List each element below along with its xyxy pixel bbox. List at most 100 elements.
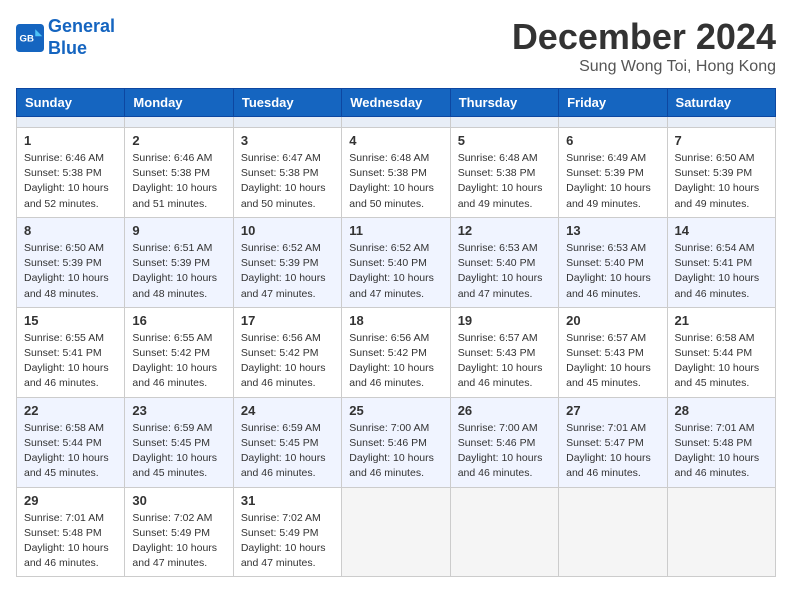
calendar-cell: 16 Sunrise: 6:55 AMSunset: 5:42 PMDayligh… [125, 307, 233, 397]
day-info: Sunrise: 6:49 AMSunset: 5:39 PMDaylight:… [566, 151, 659, 212]
day-number: 23 [132, 403, 225, 418]
calendar-cell: 11Sunrise: 6:52 AMSunset: 5:40 PMDayligh… [342, 217, 450, 307]
calendar-cell: 17Sunrise: 6:56 AMSunset: 5:42 PMDayligh… [233, 307, 341, 397]
calendar-cell: 2Sunrise: 6:46 AMSunset: 5:38 PMDaylight… [125, 128, 233, 218]
day-info: Sunrise: 6:48 AMSunset: 5:38 PMDaylight:… [458, 151, 551, 212]
calendar-cell: 23 Sunrise: 6:59 AMSunset: 5:45 PMDayligh… [125, 397, 233, 487]
col-header-sunday: Sunday [17, 89, 125, 117]
day-number: 31 [241, 493, 334, 508]
day-info: Sunrise: 6:47 AMSunset: 5:38 PMDaylight:… [241, 151, 334, 212]
calendar-cell [17, 117, 125, 128]
location: Sung Wong Toi, Hong Kong [512, 58, 776, 76]
calendar-cell: 18Sunrise: 6:56 AMSunset: 5:42 PMDayligh… [342, 307, 450, 397]
calendar-cell: 22Sunrise: 6:58 AMSunset: 5:44 PMDayligh… [17, 397, 125, 487]
calendar-cell: 15 Sunrise: 6:55 AMSunset: 5:41 PMDayligh… [17, 307, 125, 397]
day-info: Sunrise: 6:52 AMSunset: 5:39 PMDaylight:… [241, 241, 334, 302]
day-number: 26 [458, 403, 551, 418]
day-number: 5 [458, 133, 551, 148]
calendar-cell: 19Sunrise: 6:57 AMSunset: 5:43 PMDayligh… [450, 307, 558, 397]
calendar-cell [342, 117, 450, 128]
calendar-cell: 8Sunrise: 6:50 AMSunset: 5:39 PMDaylight… [17, 217, 125, 307]
calendar-cell [667, 487, 775, 577]
calendar-cell: 10 Sunrise: 6:52 AMSunset: 5:39 PMDayligh… [233, 217, 341, 307]
day-info: Sunrise: 6:59 AMSunset: 5:45 PMDaylight:… [132, 421, 225, 482]
day-info: Sunrise: 6:46 AMSunset: 5:38 PMDaylight:… [132, 151, 225, 212]
day-number: 11 [349, 223, 442, 238]
day-info: Sunrise: 7:00 AMSunset: 5:46 PMDaylight:… [349, 421, 442, 482]
month-title: December 2024 [512, 16, 776, 58]
col-header-friday: Friday [559, 89, 667, 117]
calendar-cell [450, 487, 558, 577]
calendar-cell: 9 Sunrise: 6:51 AMSunset: 5:39 PMDaylight… [125, 217, 233, 307]
day-info: Sunrise: 6:56 AMSunset: 5:42 PMDaylight:… [241, 331, 334, 392]
page-header: GB General Blue December 2024 Sung Wong … [16, 16, 776, 76]
col-header-monday: Monday [125, 89, 233, 117]
calendar-cell [667, 117, 775, 128]
calendar-week-row [17, 117, 776, 128]
day-info: Sunrise: 7:02 AMSunset: 5:49 PMDaylight:… [241, 511, 334, 572]
day-number: 16 [132, 313, 225, 328]
day-info: Sunrise: 6:50 AMSunset: 5:39 PMDaylight:… [675, 151, 768, 212]
day-number: 1 [24, 133, 117, 148]
logo-text: General Blue [48, 16, 115, 59]
calendar-cell: 1 Sunrise: 6:46 AMSunset: 5:38 PMDaylight… [17, 128, 125, 218]
col-header-saturday: Saturday [667, 89, 775, 117]
day-info: Sunrise: 7:01 AMSunset: 5:47 PMDaylight:… [566, 421, 659, 482]
day-number: 10 [241, 223, 334, 238]
logo: GB General Blue [16, 16, 115, 59]
calendar-week-row: 1 Sunrise: 6:46 AMSunset: 5:38 PMDaylight… [17, 128, 776, 218]
calendar-cell: 14Sunrise: 6:54 AMSunset: 5:41 PMDayligh… [667, 217, 775, 307]
day-info: Sunrise: 6:50 AMSunset: 5:39 PMDaylight:… [24, 241, 117, 302]
logo-icon: GB [16, 24, 44, 52]
calendar-cell: 3 Sunrise: 6:47 AMSunset: 5:38 PMDaylight… [233, 128, 341, 218]
day-number: 24 [241, 403, 334, 418]
col-header-tuesday: Tuesday [233, 89, 341, 117]
day-number: 20 [566, 313, 659, 328]
calendar-cell: 12Sunrise: 6:53 AMSunset: 5:40 PMDayligh… [450, 217, 558, 307]
day-number: 12 [458, 223, 551, 238]
calendar-cell: 20 Sunrise: 6:57 AMSunset: 5:43 PMDayligh… [559, 307, 667, 397]
day-info: Sunrise: 6:55 AMSunset: 5:41 PMDaylight:… [24, 331, 117, 392]
calendar-cell: 25 Sunrise: 7:00 AMSunset: 5:46 PMDayligh… [342, 397, 450, 487]
calendar-cell [559, 117, 667, 128]
logo-line2: Blue [48, 38, 87, 58]
day-info: Sunrise: 6:55 AMSunset: 5:42 PMDaylight:… [132, 331, 225, 392]
day-number: 9 [132, 223, 225, 238]
day-number: 4 [349, 133, 442, 148]
calendar-cell: 5 Sunrise: 6:48 AMSunset: 5:38 PMDaylight… [450, 128, 558, 218]
calendar-cell: 31 Sunrise: 7:02 AMSunset: 5:49 PMDayligh… [233, 487, 341, 577]
calendar-week-row: 15 Sunrise: 6:55 AMSunset: 5:41 PMDayligh… [17, 307, 776, 397]
day-info: Sunrise: 6:58 AMSunset: 5:44 PMDaylight:… [24, 421, 117, 482]
day-info: Sunrise: 6:53 AMSunset: 5:40 PMDaylight:… [566, 241, 659, 302]
calendar-cell: 21Sunrise: 6:58 AMSunset: 5:44 PMDayligh… [667, 307, 775, 397]
calendar-cell: 4 Sunrise: 6:48 AMSunset: 5:38 PMDaylight… [342, 128, 450, 218]
day-number: 15 [24, 313, 117, 328]
calendar-cell: 28Sunrise: 7:01 AMSunset: 5:48 PMDayligh… [667, 397, 775, 487]
day-info: Sunrise: 6:59 AMSunset: 5:45 PMDaylight:… [241, 421, 334, 482]
calendar-cell [342, 487, 450, 577]
day-number: 3 [241, 133, 334, 148]
day-info: Sunrise: 7:00 AMSunset: 5:46 PMDaylight:… [458, 421, 551, 482]
day-info: Sunrise: 6:48 AMSunset: 5:38 PMDaylight:… [349, 151, 442, 212]
calendar-cell: 7Sunrise: 6:50 AMSunset: 5:39 PMDaylight… [667, 128, 775, 218]
svg-text:GB: GB [20, 33, 34, 44]
col-header-wednesday: Wednesday [342, 89, 450, 117]
calendar-cell [559, 487, 667, 577]
day-number: 25 [349, 403, 442, 418]
day-info: Sunrise: 7:01 AMSunset: 5:48 PMDaylight:… [675, 421, 768, 482]
calendar-cell: 27Sunrise: 7:01 AMSunset: 5:47 PMDayligh… [559, 397, 667, 487]
calendar-header-row: SundayMondayTuesdayWednesdayThursdayFrid… [17, 89, 776, 117]
calendar-cell: 24 Sunrise: 6:59 AMSunset: 5:45 PMDayligh… [233, 397, 341, 487]
day-info: Sunrise: 6:57 AMSunset: 5:43 PMDaylight:… [458, 331, 551, 392]
calendar-cell [450, 117, 558, 128]
day-info: Sunrise: 6:57 AMSunset: 5:43 PMDaylight:… [566, 331, 659, 392]
day-info: Sunrise: 6:54 AMSunset: 5:41 PMDaylight:… [675, 241, 768, 302]
day-number: 30 [132, 493, 225, 508]
day-number: 21 [675, 313, 768, 328]
day-info: Sunrise: 6:46 AMSunset: 5:38 PMDaylight:… [24, 151, 117, 212]
day-number: 18 [349, 313, 442, 328]
calendar-cell: 30Sunrise: 7:02 AMSunset: 5:49 PMDayligh… [125, 487, 233, 577]
day-info: Sunrise: 6:51 AMSunset: 5:39 PMDaylight:… [132, 241, 225, 302]
calendar-table: SundayMondayTuesdayWednesdayThursdayFrid… [16, 88, 776, 577]
day-info: Sunrise: 7:01 AMSunset: 5:48 PMDaylight:… [24, 511, 117, 572]
